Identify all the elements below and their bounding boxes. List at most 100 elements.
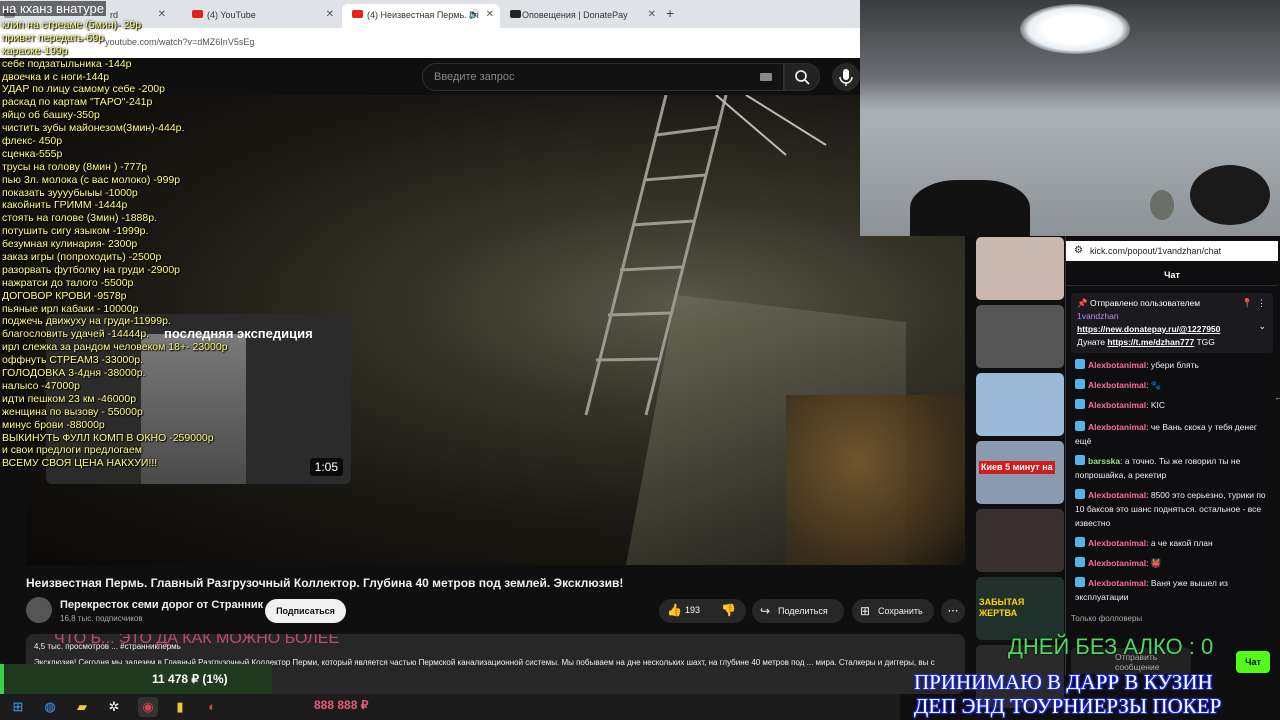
chat-username[interactable]: Alexbotanimal — [1088, 490, 1146, 500]
user-badge-icon — [1075, 379, 1085, 389]
user-badge-icon — [1075, 577, 1085, 587]
price-item: показать зуууубыыы -1000р — [2, 186, 138, 199]
recommendation-thumbnail[interactable] — [976, 237, 1064, 300]
tab-video[interactable]: (4) Неизвестная Пермь. Гл 🔊 ✕ — [342, 4, 500, 28]
chat-message: barsska: а точно. Ты же говорил ты не по… — [1075, 454, 1273, 482]
pinned-label: 📌 Отправлено пользователем — [1077, 298, 1201, 308]
share-button[interactable]: ↪ Поделиться — [752, 599, 844, 623]
chevron-down-icon[interactable]: ⌄ — [1258, 321, 1266, 332]
recommendation-thumbnail[interactable] — [976, 509, 1064, 572]
price-item: УДАР по лицу самому себе -200р — [2, 83, 165, 96]
scroll-arrow-icon[interactable]: ↔ — [1274, 392, 1280, 402]
recommendation-thumbnail[interactable] — [976, 373, 1064, 436]
dislike-icon[interactable]: 👎 — [721, 603, 736, 617]
chat-message: Alexbotanimal: убери блять — [1075, 358, 1273, 372]
price-item: какойнить ГРИММ -1444р — [2, 199, 128, 212]
app-icon[interactable]: ✲ — [104, 697, 124, 717]
thumbnail-text: Киев 5 минут на — [979, 461, 1055, 474]
save-icon: ⊞ — [860, 604, 871, 618]
windows-taskbar: ⊞ ◍ ▰ ✲ ◉ ▮ ◐ — [0, 694, 900, 720]
chat-message: Alexbotanimal: 👹 — [1075, 556, 1273, 570]
price-item: флекс- 450р — [2, 135, 63, 148]
like-icon[interactable]: 👍 — [667, 603, 682, 617]
chat-username[interactable]: Alexbotanimal — [1088, 538, 1146, 548]
youtube-icon — [352, 10, 363, 18]
chat-username[interactable]: barsska — [1088, 456, 1120, 466]
subscribe-button[interactable]: Подписаться — [265, 599, 346, 623]
price-item: оффнуть СТРЕАМ3 -33000р. — [2, 354, 143, 367]
chat-username[interactable]: Alexbotanimal — [1088, 360, 1146, 370]
telegram-link[interactable]: https://t.me/dzhan777 — [1107, 337, 1194, 347]
channel-avatar[interactable] — [26, 597, 52, 623]
close-icon[interactable]: ✕ — [648, 9, 656, 20]
close-icon[interactable]: ✕ — [486, 9, 494, 20]
price-item: привет передать-69р — [2, 31, 105, 44]
popout-url[interactable]: kick.com/popout/1vandzhan/chat — [1066, 241, 1278, 261]
price-item: клип на стреаме (5мин)- 29р — [2, 19, 142, 31]
chrome-icon[interactable]: ◉ — [138, 697, 158, 717]
followers-only-label: Только фолловеры — [1071, 614, 1143, 623]
pinned-user[interactable]: 1vandzhan — [1077, 310, 1267, 323]
chat-username[interactable]: Alexbotanimal — [1088, 422, 1146, 432]
overlay-title: на кханз внатуре — [0, 1, 106, 16]
chat-username[interactable]: Alexbotanimal — [1088, 578, 1146, 588]
search-button[interactable] — [784, 63, 820, 91]
start-icon[interactable]: ⊞ — [8, 697, 28, 717]
pinned-message: 📌 Отправлено пользователем 1vandzhan htt… — [1071, 293, 1273, 353]
donatepay-icon — [510, 10, 521, 18]
microphone-icon — [839, 69, 853, 86]
price-item: ирл слежка за рандом человеком 18+- 2300… — [2, 341, 228, 354]
speaker-icon[interactable]: 🔊 — [469, 9, 480, 20]
price-item: пьяные ирл кабаки - 10000р — [2, 302, 139, 315]
edge-icon[interactable]: ◍ — [40, 697, 60, 717]
pin-icon[interactable]: 📍 — [1242, 298, 1253, 309]
recommendation-thumbnail[interactable] — [976, 305, 1064, 368]
price-item: ГОЛОДОВКА 3-4дня -38000р. — [2, 367, 146, 380]
tab-donatepay[interactable]: Оповещения | DonatePay ✕ — [502, 4, 662, 28]
recommendation-list: Киев 5 минут на ЗАБЫТАЯ ЖЕРТВА — [975, 236, 1065, 708]
user-badge-icon — [1075, 557, 1085, 567]
price-item: стоять на голове (3мин) -1888р. — [2, 212, 157, 225]
price-item: яйцо об башку-350р — [2, 109, 100, 122]
price-item: ДОГОВОР КРОВИ -9578р — [2, 289, 127, 302]
search-placeholder: Введите запрос — [434, 71, 515, 83]
close-icon[interactable]: ✕ — [326, 9, 334, 20]
search-icon — [795, 70, 810, 85]
user-badge-icon — [1075, 421, 1085, 431]
price-item: женщина по вызову - 55000р — [2, 405, 143, 418]
chat-text: а че какой план — [1150, 538, 1213, 548]
price-item: заказ игры (попроходить) -2500р — [2, 251, 162, 264]
more-icon[interactable]: ⋮ — [1257, 298, 1266, 309]
chat-username[interactable]: Alexbotanimal — [1088, 558, 1146, 568]
files-icon[interactable]: ▮ — [170, 697, 190, 717]
folder-icon[interactable]: ▰ — [72, 697, 92, 717]
obs-icon[interactable]: ◐ — [202, 697, 222, 717]
alien-sticker — [1150, 190, 1174, 220]
save-button[interactable]: ⊞ Сохранить — [852, 599, 934, 623]
price-item: безумная кулинария- 2300р — [2, 238, 138, 251]
chat-message: Alexbotanimal: Ваня уже вышел из эксплуа… — [1075, 576, 1273, 604]
tab-label: (4) Неизвестная Пермь. Гл — [367, 10, 479, 20]
price-item: поджечь движуху на груди-11999р. — [2, 315, 171, 328]
ceiling-light — [1020, 4, 1130, 54]
more-actions-button[interactable]: ⋯ — [941, 599, 965, 623]
chat-username[interactable]: Alexbotanimal — [1088, 380, 1146, 390]
youtube-icon — [192, 10, 203, 18]
chat-username[interactable]: Alexbotanimal — [1088, 400, 1146, 410]
chat-text: 👹 — [1150, 558, 1162, 568]
price-item: и свои предлоги предлогаем — [2, 444, 142, 457]
like-dislike-group: 👍 193 👎 — [659, 599, 746, 623]
search-input[interactable]: Введите запрос — [422, 63, 784, 91]
tab-label: Оповещения | DonatePay — [522, 10, 628, 20]
recommendation-thumbnail[interactable]: Киев 5 минут на — [976, 441, 1064, 504]
donation-goal-amount: 888 888 ₽ — [314, 698, 369, 712]
price-item: себе подзатыльника -144р — [2, 57, 132, 70]
donate-link[interactable]: https://new.donatepay.ru/@1227950 — [1077, 324, 1220, 334]
recommendation-thumbnail[interactable]: ЗАБЫТАЯ ЖЕРТВА — [976, 577, 1064, 640]
channel-name[interactable]: Перекресток семи дорог от Странник — [60, 599, 263, 611]
keyboard-icon[interactable] — [760, 73, 772, 81]
new-tab-button[interactable]: + — [666, 5, 674, 21]
voice-search-button[interactable] — [832, 63, 860, 91]
price-item: чистить зубы майонезом(3мин)-444р. — [2, 122, 185, 135]
price-item: разорвать футболку на груди -2900р — [2, 263, 181, 276]
